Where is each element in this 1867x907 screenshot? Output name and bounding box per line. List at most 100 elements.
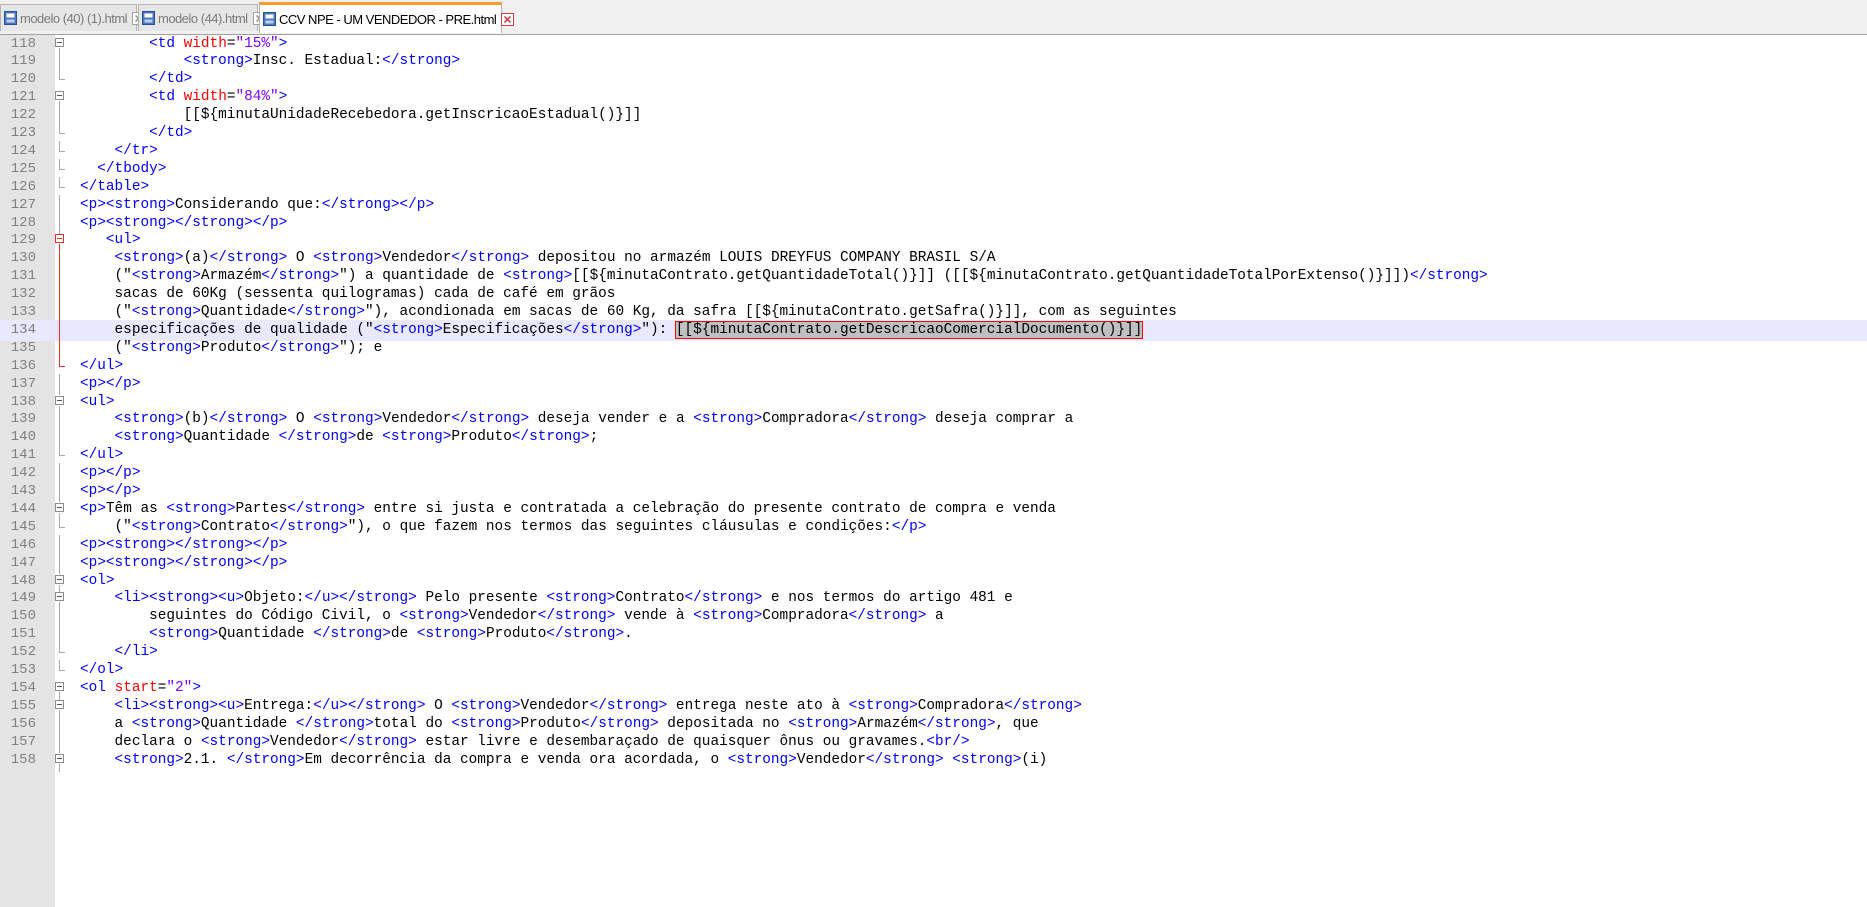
html-tag: <strong> — [451, 715, 521, 732]
fold-toggle-icon[interactable] — [55, 502, 64, 512]
text-content — [175, 36, 184, 52]
attr-value: "2" — [166, 679, 193, 696]
html-tag: <br/> — [926, 733, 970, 750]
html-tag: <strong> — [313, 250, 383, 267]
text-content: seguintes do Código Civil, o — [80, 608, 400, 625]
html-tag: </table> — [80, 178, 150, 195]
text-content: (" — [80, 304, 132, 320]
html-file-icon — [142, 11, 155, 25]
fold-toggle-icon[interactable] — [55, 699, 64, 709]
text-content: Compradora — [917, 697, 1005, 714]
close-tab-icon[interactable] — [501, 12, 515, 26]
html-tag: </strong> — [209, 411, 288, 428]
html-tag: </tr> — [114, 142, 158, 159]
html-tag: <strong> — [200, 733, 270, 750]
html-tag: </strong> — [209, 250, 288, 267]
html-tag: </strong> — [917, 715, 996, 732]
text-content: O — [287, 250, 314, 267]
fold-end-mark — [59, 652, 65, 654]
html-tag: <ol> — [80, 572, 115, 589]
text-content: Vendedor — [468, 608, 538, 625]
tab-label: modelo (40) (1).html — [20, 10, 128, 26]
tab-ccv-npe[interactable]: CCV NPE - UM VENDEDOR - PRE.html — [259, 2, 515, 33]
fold-toggle-icon[interactable] — [55, 753, 64, 763]
html-tag: <strong> — [693, 608, 763, 625]
fold-toggle-icon[interactable] — [55, 37, 64, 47]
text-content — [80, 250, 115, 266]
html-tag: <strong> — [788, 715, 858, 732]
fold-toggle-icon[interactable] — [55, 91, 64, 101]
text-content: Armazém — [200, 268, 262, 285]
html-tag: </strong> — [684, 590, 763, 607]
code-editor[interactable]: 118 <td width="15%"> 119 <strong>Insc. Es… — [0, 35, 1867, 907]
text-content: Produto — [485, 626, 547, 643]
html-tag: <strong> — [451, 697, 521, 714]
attr-value: "15%" — [235, 35, 279, 52]
text-content: (a) — [183, 250, 210, 267]
attr-name: width — [183, 89, 227, 106]
selected-text: [[${minutaContrato.getDescricaoComercial… — [674, 320, 1144, 339]
text-content — [80, 411, 115, 427]
html-tag: <td — [149, 89, 176, 106]
html-tag: </li> — [114, 644, 158, 661]
html-tag: <strong> — [131, 715, 201, 732]
html-tag: <strong> — [149, 626, 219, 643]
attr-name: start — [114, 679, 158, 696]
text-content: a — [80, 715, 132, 732]
text-content: 2.1. — [183, 751, 227, 768]
html-tag: <strong> — [131, 304, 201, 320]
html-tag: </strong> — [339, 733, 417, 750]
text-content: Objeto: — [244, 590, 305, 607]
text-content: a — [926, 608, 944, 625]
html-tag: <strong> — [114, 751, 184, 768]
html-tag: > — [278, 89, 288, 106]
text-content: Pelo presente — [416, 590, 547, 607]
text-content: Quantidade — [218, 626, 314, 643]
text-content: [[${minutaUnidadeRecebedora.getInscricao… — [80, 107, 642, 124]
html-tag: </strong> — [287, 500, 366, 517]
fold-toggle-icon[interactable] — [55, 681, 64, 691]
code-line[interactable]: 158 <strong>2.1. </strong>Em decorrência… — [0, 750, 1867, 772]
text-content — [80, 590, 115, 606]
html-tag: <strong> — [114, 250, 184, 267]
text-content: Quantidade — [183, 429, 279, 446]
tab-label: CCV NPE - UM VENDEDOR - PRE.html — [279, 11, 497, 27]
text-content: "); e — [339, 339, 383, 356]
text-content: Partes — [235, 500, 288, 517]
fold-end-mark — [59, 670, 65, 671]
fold-toggle-icon[interactable] — [55, 592, 64, 602]
html-tag: </p> — [891, 518, 927, 535]
text-content: Quantidade — [200, 304, 288, 320]
text-content: entre si justa e contratada a celebração… — [365, 500, 1056, 517]
html-tag: <ul> — [80, 393, 115, 410]
text-content: (b) — [183, 411, 210, 428]
html-tag: </strong> — [589, 697, 668, 714]
text-content: Insc. Estadual: — [252, 53, 383, 70]
text-content: Em decorrência da compra e venda ora aco… — [304, 751, 728, 768]
text-content: depositada no — [658, 715, 789, 732]
tab-modelo-44[interactable]: modelo (44).html — [138, 4, 266, 31]
html-tag: <strong> — [848, 697, 918, 714]
html-tag: <p></p> — [80, 483, 141, 499]
text-content — [80, 53, 184, 69]
text-content — [80, 71, 149, 87]
attr-value: "84%" — [235, 89, 279, 106]
html-tag: </strong> — [313, 626, 391, 643]
text-content: Vendedor — [382, 411, 452, 428]
html-tag: <strong> — [166, 500, 236, 517]
html-tag: <strong> — [131, 268, 201, 285]
text-content: Produto — [520, 715, 581, 732]
text-content — [80, 36, 149, 52]
html-tag: <li><strong><u> — [114, 697, 245, 714]
fold-toggle-icon[interactable] — [55, 574, 64, 584]
text-content: Vendedor — [520, 697, 590, 714]
fold-end-mark — [59, 526, 65, 528]
html-tag: <strong> — [546, 590, 616, 607]
fold-toggle-icon[interactable] — [55, 395, 64, 405]
html-tag: </strong> — [1004, 697, 1082, 714]
html-tag: </strong> — [382, 53, 461, 70]
fold-end-mark — [59, 133, 65, 134]
html-tag: <strong> — [313, 411, 383, 428]
tab-modelo-40[interactable]: modelo (40) (1).html — [0, 4, 146, 31]
fold-toggle-icon[interactable] — [55, 234, 64, 244]
